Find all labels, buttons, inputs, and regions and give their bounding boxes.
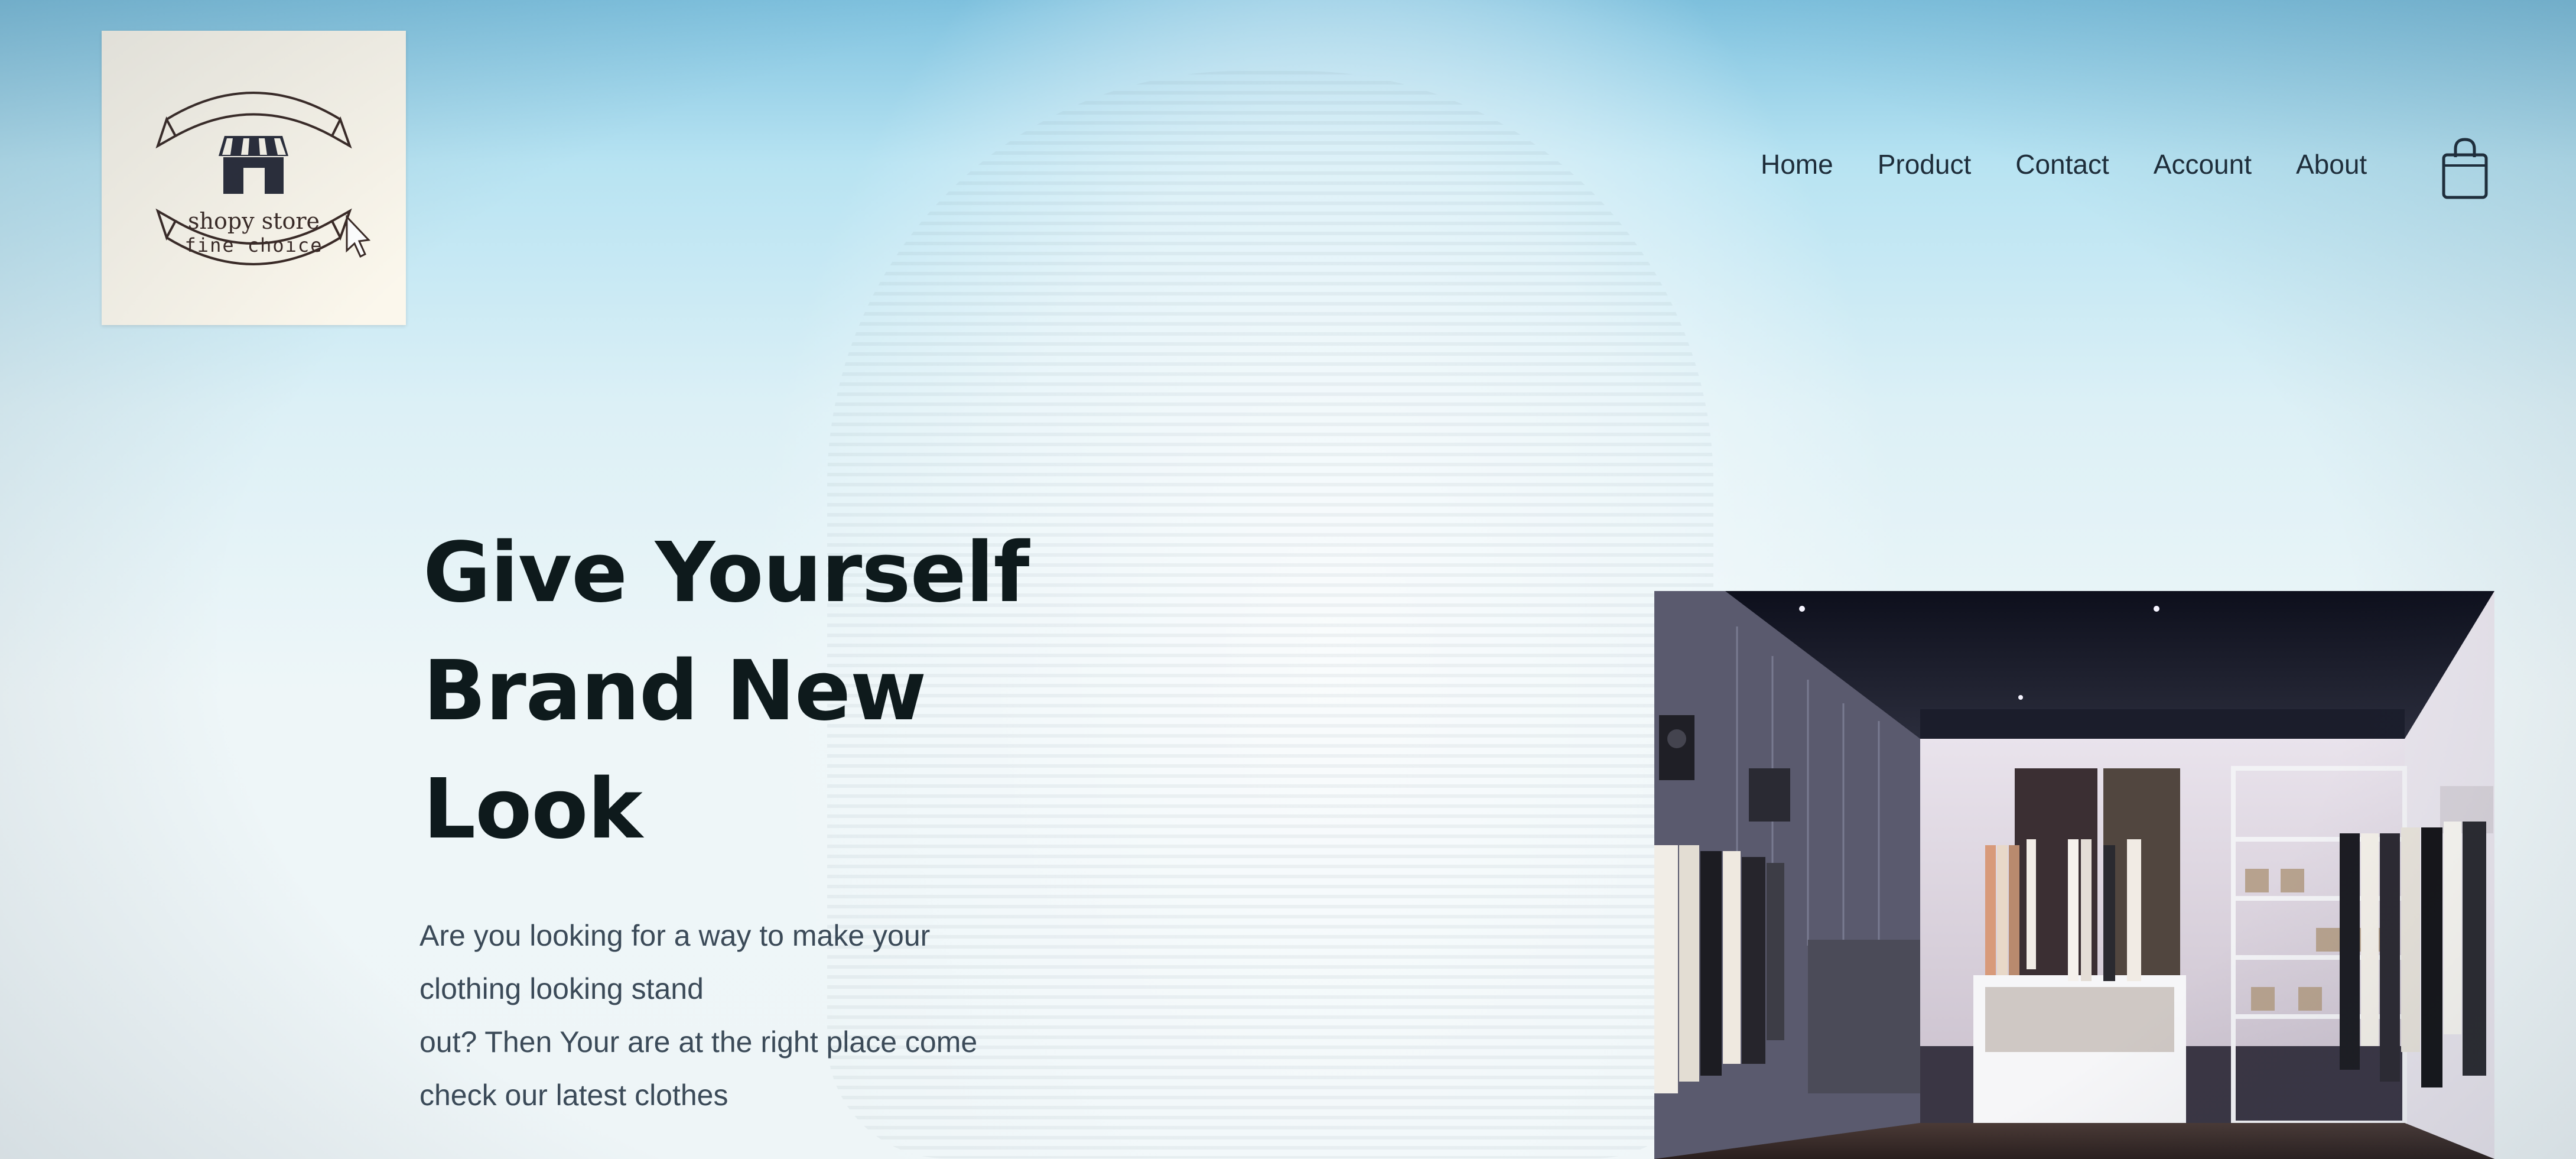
storefront-icon bbox=[219, 136, 288, 194]
hero-description: Are you looking for a way to make your c… bbox=[419, 909, 1069, 1122]
nav-product-link[interactable]: Product bbox=[1878, 148, 1972, 180]
hero-description-line: out? Then Your are at the right place co… bbox=[419, 1025, 978, 1059]
hero-title: Give Yourself Brand New Look bbox=[423, 514, 1073, 869]
logo-store-name: shopy store bbox=[187, 208, 320, 234]
main-navigation: Home Product Contact Account About bbox=[1761, 147, 2411, 182]
hero-title-line: Give Yourself bbox=[423, 525, 1029, 621]
store-logo[interactable]: shopy store fine choice bbox=[102, 31, 406, 325]
shopping-bag-icon[interactable] bbox=[2440, 137, 2490, 200]
logo-tagline: fine choice bbox=[184, 234, 323, 257]
hero-title-line: Brand New bbox=[423, 643, 926, 739]
hero-description-line: Are you looking for a way to make your bbox=[419, 919, 931, 952]
logo-graphic bbox=[155, 92, 371, 265]
nav-contact-link[interactable]: Contact bbox=[2015, 148, 2109, 180]
nav-account-link[interactable]: Account bbox=[2154, 148, 2252, 180]
hero-description-line: clothing looking stand bbox=[419, 972, 704, 1005]
nav-about-link[interactable]: About bbox=[2296, 148, 2367, 180]
hero-description-line: check our latest clothes bbox=[419, 1079, 728, 1112]
hero-store-image bbox=[1654, 591, 2494, 1159]
hero-title-line: Look bbox=[423, 761, 643, 858]
nav-home-link[interactable]: Home bbox=[1761, 148, 1833, 180]
